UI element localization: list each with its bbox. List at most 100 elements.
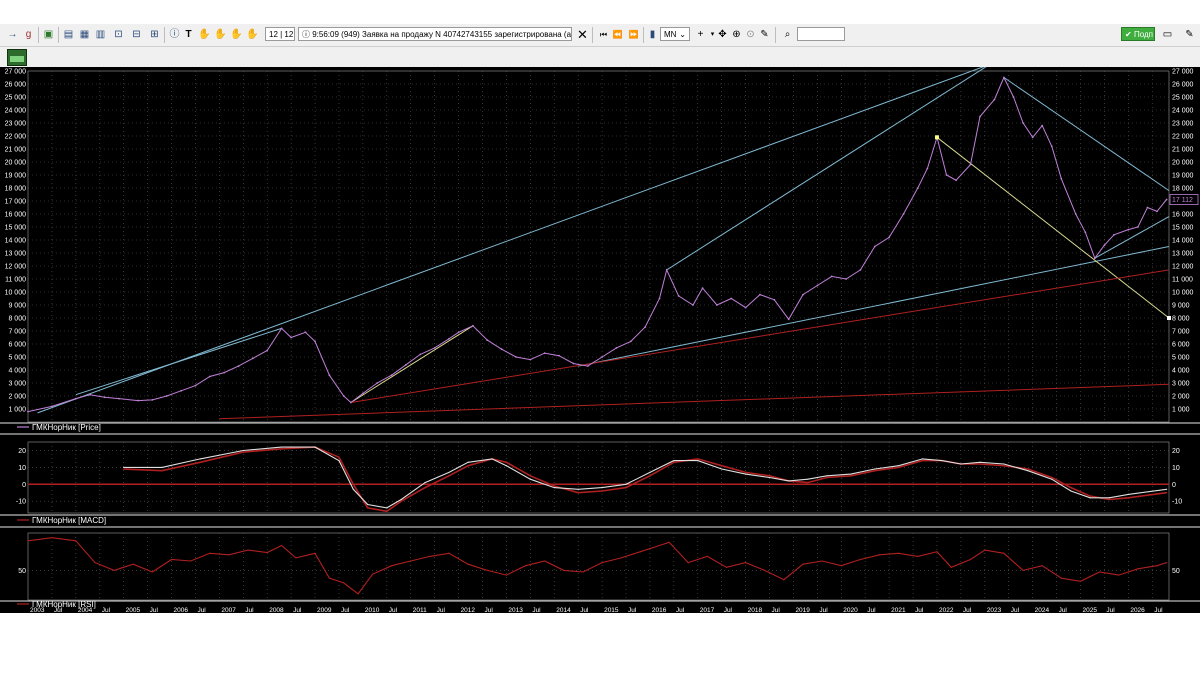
rsi-point	[917, 555, 919, 557]
macd-macd-point	[161, 466, 163, 468]
y-tick-label-left: 18 000	[5, 186, 27, 193]
zoom-target-icon[interactable]: ⊙	[744, 27, 757, 42]
y-tick-label-left: 50	[18, 568, 26, 575]
x-tick-label: Jul	[676, 607, 685, 613]
y-tick-label-right: 10 000	[1172, 290, 1194, 297]
timeframe-select[interactable]: MN ⌄	[660, 27, 690, 41]
macd-macd-point	[577, 488, 579, 490]
table-icon[interactable]: ▦	[78, 27, 91, 42]
x-tick-label: 2022	[939, 607, 954, 613]
price-point	[1146, 206, 1149, 209]
next-icon[interactable]: ⏩	[627, 27, 640, 42]
previous-icon[interactable]: ⏪	[611, 27, 624, 42]
macd-macd-point	[850, 473, 852, 475]
rsi-point	[190, 560, 192, 562]
macd-macd-point	[979, 461, 981, 463]
order-status-message[interactable]: ⓘ 9:56:09 (949) Заявка на продажу N 4074…	[298, 27, 572, 41]
rsi-point	[429, 555, 431, 557]
macd-macd-point	[553, 487, 555, 489]
price-point	[103, 396, 106, 399]
price-point	[716, 304, 718, 306]
x-tick-label: 2004	[78, 607, 93, 613]
y-tick-label-left: 2 000	[8, 394, 26, 401]
price-point	[433, 347, 436, 349]
search-input[interactable]	[797, 27, 845, 41]
y-tick-label-right: 6 000	[1172, 342, 1190, 349]
price-point	[390, 374, 393, 377]
go-icon[interactable]: g	[22, 27, 35, 42]
x-tick-label: Jul	[341, 607, 350, 613]
y-tick-label-right: 0	[1172, 482, 1176, 489]
y-tick-label-left: 6 000	[8, 342, 26, 349]
price-point	[1113, 233, 1115, 236]
macd-macd-point	[788, 480, 790, 482]
alert-counter[interactable]: 12 | 12	[265, 27, 295, 41]
security-chart-icon[interactable]	[7, 49, 27, 66]
macd-signal-point	[745, 471, 747, 474]
bar-chart-icon[interactable]: ▮	[646, 27, 659, 42]
chart-area[interactable]: 1 000 1 000 2 000 2 000 3 000 3 000 4 000 4 000…	[0, 67, 1200, 613]
macd-macd-point	[1003, 463, 1005, 465]
y-tick-label-left: 10 000	[5, 290, 27, 297]
y-tick-label-left: 1 000	[8, 407, 26, 414]
macd-signal-point	[1003, 465, 1005, 467]
hands-icon[interactable]: ✋	[230, 27, 243, 42]
text-tool-icon[interactable]: T	[182, 27, 195, 42]
close-icon[interactable]: ✕	[576, 27, 589, 42]
x-tick-label: 2012	[461, 607, 476, 613]
window-icon[interactable]: ▤	[62, 27, 75, 42]
macd-signal-point	[826, 476, 828, 479]
price-point	[448, 337, 450, 340]
info-icon[interactable]: ⓘ	[168, 27, 181, 42]
notes-icon[interactable]: ✎	[1183, 27, 1196, 42]
y-tick-label-right: 50	[1172, 568, 1180, 575]
chart-window-icon[interactable]: ⊡	[112, 27, 125, 42]
current-price-label: 17 112	[1172, 197, 1193, 204]
rsi-point	[94, 562, 96, 564]
rsi-point	[783, 579, 785, 581]
rsi-point	[170, 558, 173, 561]
hand-icon[interactable]: ✋	[198, 27, 211, 42]
ruler-icon[interactable]: ✎	[758, 27, 771, 42]
y-tick-label-right: 23 000	[1172, 121, 1194, 128]
macd-macd-point	[199, 458, 201, 460]
chat-icon[interactable]: ▭	[1161, 27, 1174, 42]
x-tick-label: Jul	[1011, 607, 1020, 613]
y-tick-label-left: -10	[16, 499, 26, 506]
rsi-point	[668, 541, 670, 543]
x-tick-label: Jul	[772, 607, 781, 613]
y-tick-label-right: 12 000	[1172, 264, 1194, 271]
rsi-point	[1099, 571, 1101, 573]
hand-plus-icon[interactable]: ✋	[214, 27, 227, 42]
price-point	[916, 187, 919, 189]
y-tick-label-left: 5 000	[8, 355, 26, 362]
macd-signal-point	[979, 463, 981, 465]
sign-button[interactable]: ✔ Подп	[1121, 27, 1155, 41]
macd-signal-point	[922, 459, 924, 462]
macd-signal-point	[386, 510, 388, 512]
x-tick-label: Jul	[1154, 607, 1163, 613]
first-page-icon[interactable]: ⏮	[597, 27, 610, 42]
search-icon[interactable]: ⌕	[781, 27, 794, 42]
macd-macd-point	[1127, 493, 1129, 496]
quotes-icon[interactable]: ▥	[94, 27, 107, 42]
move-icon[interactable]: ✥	[716, 27, 729, 42]
hand-minus-icon[interactable]: ✋	[246, 27, 259, 42]
x-tick-label: 2015	[604, 607, 619, 613]
y-tick-label-left: 11 000	[5, 277, 26, 284]
settings-window-icon[interactable]: ⊞	[148, 27, 161, 42]
price-point	[500, 348, 503, 351]
price-point	[515, 356, 517, 358]
price-point	[888, 236, 891, 239]
export-icon[interactable]: ▣	[42, 27, 55, 42]
rsi-point	[1060, 577, 1062, 579]
legend-label: ГМКНорНик [Price]	[32, 423, 101, 432]
arrow-right-icon[interactable]: →	[6, 27, 19, 42]
target-icon[interactable]: ⊕	[730, 27, 743, 42]
macd-signal-point	[505, 461, 508, 463]
price-point	[361, 392, 364, 395]
macd-signal-point	[1108, 498, 1110, 501]
portfolio-icon[interactable]: ⊟	[130, 27, 143, 42]
macd-signal-point	[400, 500, 402, 502]
macd-signal-point	[367, 507, 369, 509]
